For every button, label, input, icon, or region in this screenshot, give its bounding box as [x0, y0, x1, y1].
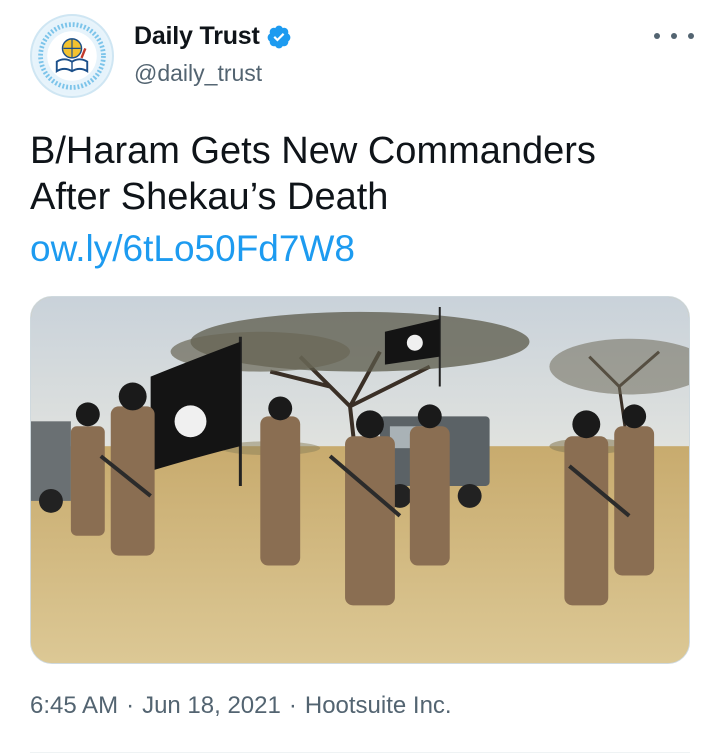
- more-dots-icon[interactable]: [654, 24, 694, 48]
- news-photo: [31, 297, 689, 663]
- author-handle[interactable]: @daily_trust: [134, 60, 262, 87]
- author-display-name[interactable]: Daily Trust: [134, 22, 260, 51]
- dot: [654, 33, 660, 39]
- tweet-source[interactable]: Hootsuite Inc.: [305, 692, 452, 719]
- tweet-date[interactable]: Jun 18, 2021: [142, 692, 281, 719]
- tweet-meta: 6:45 AM · Jun 18, 2021 · Hootsuite Inc.: [30, 692, 452, 720]
- dot: [671, 33, 677, 39]
- meta-separator: ·: [288, 692, 297, 719]
- verified-badge-icon: [267, 25, 290, 48]
- daily-trust-logo-icon: [33, 17, 111, 95]
- tweet-header: Daily Trust @daily_trust: [0, 0, 720, 110]
- meta-separator: ·: [126, 692, 135, 719]
- divider: [30, 752, 690, 753]
- tweet-text-line: B/Haram Gets New Commanders: [30, 130, 596, 172]
- tweet-text: B/Haram Gets New Commanders After Shekau…: [30, 128, 690, 220]
- tweet-text-line: After Shekau’s Death: [30, 176, 389, 218]
- author-avatar[interactable]: [30, 14, 114, 98]
- tweet-time[interactable]: 6:45 AM: [30, 692, 118, 719]
- dot: [688, 33, 694, 39]
- tweet-link[interactable]: ow.ly/6tLo50Fd7W8: [30, 226, 355, 272]
- tweet-image[interactable]: [30, 296, 690, 664]
- author-name-row[interactable]: Daily Trust: [134, 22, 292, 51]
